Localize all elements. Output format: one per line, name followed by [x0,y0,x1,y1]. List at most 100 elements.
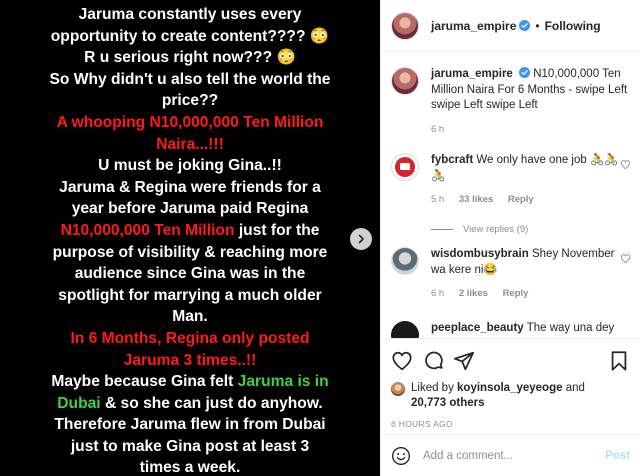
image-text-line: R u serious right now??? 😳 [8,47,372,69]
image-text-line: So Why didn't u also tell the world the [8,69,372,91]
view-replies-label: View replies (9) [463,224,529,235]
image-text-line: In 6 Months, Regina only posted [8,328,372,350]
image-text-segment: So Why didn't u also tell the world the [49,70,331,88]
image-text-line: Man. [8,306,372,328]
comment-input[interactable] [423,449,606,462]
comment-likes[interactable]: 2 likes [459,288,488,299]
comment-username[interactable]: fybcraft [431,154,473,166]
view-replies-button[interactable]: View replies (9) [431,224,528,235]
caption-username[interactable]: jaruma_empire [431,68,513,80]
action-icons [391,345,630,375]
comments-list[interactable]: jaruma_empire N10,000,000 Ten Million Na… [381,53,640,338]
image-text-segment: times a week. [139,459,241,476]
image-text-segment: Dubai [57,394,101,412]
reply-button[interactable]: Reply [503,288,529,299]
comment-meta: 5 h 33 likes Reply [431,194,631,205]
caption: jaruma_empire N10,000,000 Ten Million Na… [391,67,631,135]
image-text-line: Therefore Jaruma flew in from Dubai [8,414,372,436]
image-text-block: Jaruma constantly uses every opportunity … [0,0,380,476]
caption-meta: 6 h [431,124,631,135]
image-text-line: opportunity to create content???? 😳 [8,26,372,48]
liker-username[interactable]: koyinsola_yeyeoge [457,382,562,394]
author-username[interactable]: jaruma_empire [431,19,516,33]
likes-others-count[interactable]: 20,773 others [411,397,485,409]
image-text-segment: audience since Gina was in the [74,265,306,283]
image-text-line: year before Jaruma paid Regina [8,198,372,220]
header-separator: • [535,18,540,33]
verified-badge-icon [519,20,531,31]
heart-icon[interactable] [391,350,413,372]
commenter-avatar[interactable] [391,321,419,338]
image-text-segment: Jaruma & Regina were friends for a [59,178,321,196]
image-text-line: Maybe because Gina felt Jaruma is in [8,371,372,393]
comment-text: The way una dey [526,322,615,334]
comment-username[interactable]: wisdombusybrain [431,248,529,260]
bookmark-icon[interactable] [608,350,630,372]
likes-and: and [562,382,585,394]
image-text-segment: Jaruma is in [237,373,329,391]
comment-item: wisdombusybrain Shey November wa kere ni… [391,247,631,299]
image-text-segment: opportunity to create content???? 😳 [50,27,330,45]
image-text-segment: just to make Gina post at least 3 [70,437,310,455]
image-text-segment: R u serious right now??? 😳 [84,49,296,67]
commenter-avatar[interactable] [391,247,419,275]
comment-bubble-icon[interactable] [423,350,445,372]
image-text-segment: & so she can just do anyhow. [100,394,323,412]
image-text-segment: Maybe because Gina felt [51,373,238,391]
comment-body: peeplace_beauty The way una dey [431,321,631,337]
smiley-icon[interactable] [391,446,411,466]
reply-button[interactable]: Reply [508,194,534,205]
comment-body: fybcraft We only have one job 🚴🚴🚴 [431,153,631,184]
image-text-line: spotlight for marrying a much older [8,285,372,307]
image-text-segment: U must be joking Gina..!! [98,157,282,175]
image-text-line: U must be joking Gina..!! [8,155,372,177]
image-text-line: Jaruma 3 times..!! [8,350,372,372]
paper-plane-icon[interactable] [453,350,475,372]
post-header: jaruma_empire • Following [381,0,640,52]
heart-icon[interactable] [620,253,631,264]
commenter-avatar[interactable] [391,153,419,181]
post-image[interactable]: Jaruma constantly uses every opportunity … [0,0,380,476]
image-text-line: price?? [8,90,372,112]
post-timestamp[interactable]: 6 HOURS AGO [391,419,630,429]
comment-time[interactable]: 5 h [431,194,444,205]
instagram-post: Jaruma constantly uses every opportunity … [0,0,640,476]
likes-summary: Liked by koyinsola_yeyeoge and 20,773 oth… [391,381,630,411]
heart-icon[interactable] [620,159,631,170]
comment-item: fybcraft We only have one job 🚴🚴🚴 5 h 33… [391,153,631,205]
likes-prefix: Liked by [411,382,458,394]
image-text-line: purpose of visibility & reaching more [8,242,372,264]
comment-body: wisdombusybrain Shey November wa kere ni… [431,247,631,278]
comment-meta: 6 h 2 likes Reply [431,288,631,299]
image-text-line: audience since Gina was in the [8,263,372,285]
replies-divider [431,228,453,230]
image-text-line: A whooping N10,000,000 Ten Million [8,112,372,134]
image-text-line: Naira...!!! [8,134,372,156]
image-text-segment: purpose of visibility & reaching more [52,243,328,261]
image-text-segment: N10,000,000 Ten Million [60,221,235,239]
caption-avatar[interactable] [391,67,419,95]
add-comment-bar: Post [381,434,640,476]
following-button[interactable]: Following [545,19,601,33]
post-actions: Liked by koyinsola_yeyeoge and 20,773 oth… [381,338,640,429]
image-text-segment: A whooping N10,000,000 Ten Million [56,113,324,131]
comment-likes[interactable]: 33 likes [459,194,493,205]
post-comment-button[interactable]: Post [605,450,630,462]
author-avatar[interactable] [391,11,419,40]
caption-body: jaruma_empire N10,000,000 Ten Million Na… [431,67,631,114]
image-text-line: Dubai & so she can just do anyhow. [8,393,372,415]
caption-time[interactable]: 6 h [431,124,444,135]
liker-avatar[interactable] [391,382,405,396]
likes-text: Liked by koyinsola_yeyeoge and 20,773 oth… [411,381,585,411]
next-image-button[interactable] [350,228,372,250]
post-sidebar: jaruma_empire • Following jaruma_empire … [380,0,640,476]
image-text-line: Jaruma constantly uses every [8,4,372,26]
comment-time[interactable]: 6 h [431,288,444,299]
image-text-line: just to make Gina post at least 3 [8,436,372,458]
image-text-segment: year before Jaruma paid Regina [71,200,309,218]
image-text-segment: price?? [161,92,219,110]
image-text-segment: Jaruma constantly uses every [78,6,302,23]
image-text-segment: Jaruma 3 times..!! [123,351,257,369]
image-text-segment: just for the [234,221,320,239]
comment-username[interactable]: peeplace_beauty [431,322,524,334]
